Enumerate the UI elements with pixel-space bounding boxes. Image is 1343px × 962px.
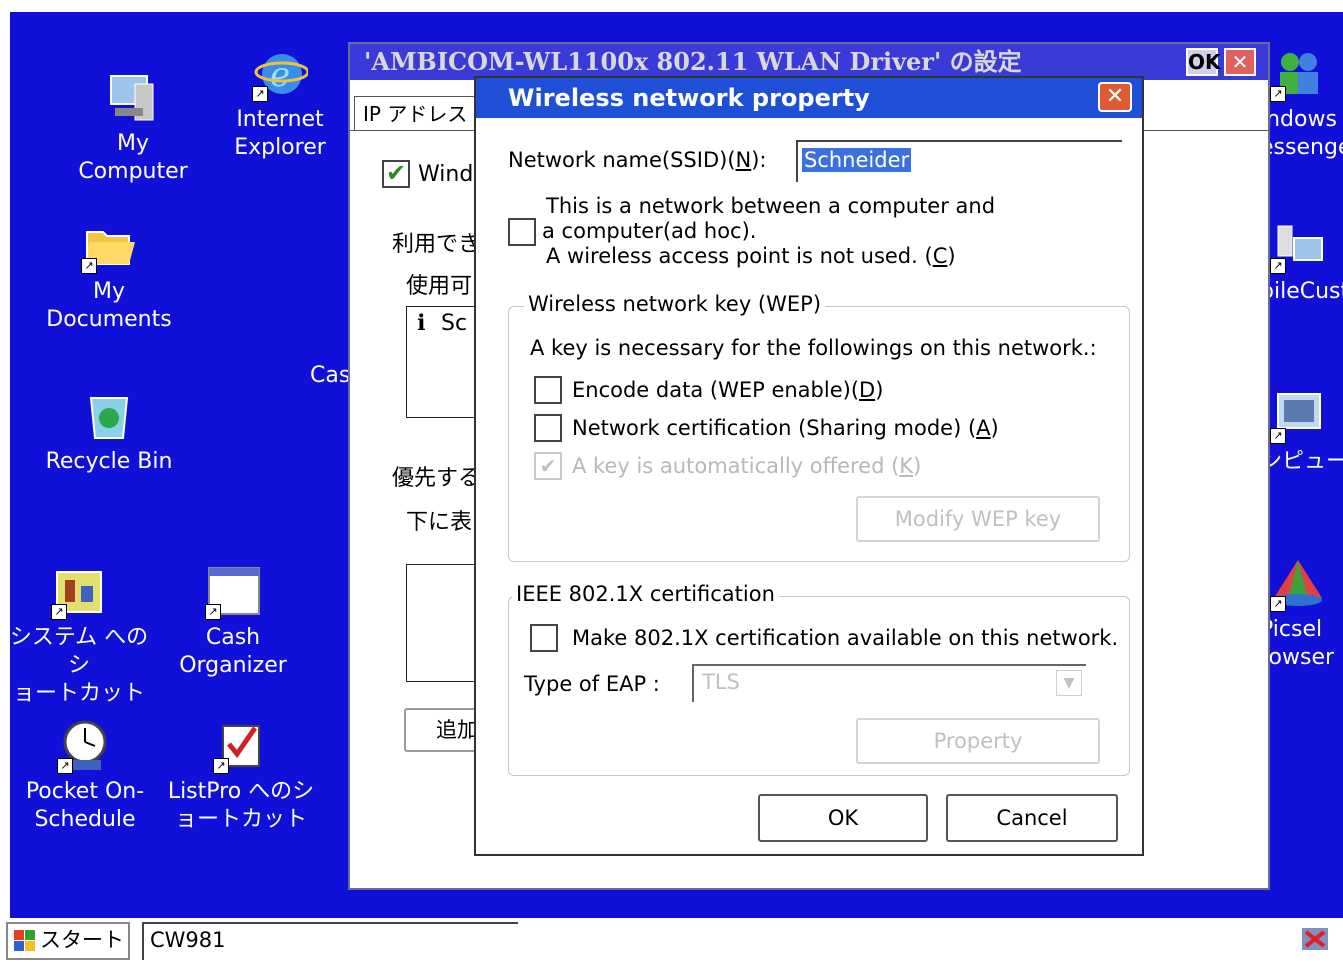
tray-network-icon[interactable] (1300, 924, 1334, 956)
shortcut-arrow-icon: ↗ (57, 758, 73, 774)
ssid-label: Network name(SSID)(N): (508, 148, 767, 172)
network-certification-checkbox[interactable] (534, 414, 562, 442)
system-shortcut[interactable]: ↗ システム へのシ ョートカット (10, 564, 154, 708)
shortcut-arrow-icon: ↗ (1270, 428, 1286, 444)
close-button[interactable]: ✕ (1224, 48, 1256, 76)
ok-title-button[interactable]: OK (1186, 48, 1221, 76)
ssid-input[interactable]: Schneider (796, 140, 1122, 182)
windows-messenger-shortcut[interactable]: ↗ indows essenge (1260, 46, 1343, 162)
adhoc-label: This is a network between a computer and… (542, 194, 996, 268)
taskbar-task-cw981[interactable]: CW981 (142, 922, 518, 960)
icon-label: My Computer (78, 131, 188, 184)
windows-config-checkbox[interactable]: ✔ (382, 160, 410, 188)
computer-2-shortcut[interactable]: ↗ ンピュー (1260, 388, 1343, 476)
task-label: CW981 (150, 928, 226, 952)
ieee-8021x-checkbox[interactable] (530, 624, 558, 652)
icon-label: システム へのシ ョートカット (10, 625, 149, 706)
partial-icon-label: Cas (310, 363, 351, 388)
wep-group-label: Wireless network key (WEP) (524, 292, 826, 316)
icon-label: Recycle Bin (45, 449, 173, 474)
icon-label: ListPro へのシ ョートカット (167, 779, 315, 832)
eap-property-button[interactable]: Property (856, 718, 1100, 764)
computer-icon (105, 70, 161, 126)
adhoc-checkbox[interactable] (508, 218, 536, 246)
modify-wep-key-button[interactable]: Modify WEP key (856, 496, 1100, 542)
dialog-close-button[interactable]: ✕ (1098, 82, 1132, 112)
icon-label: ンピュー (1260, 449, 1343, 474)
icon-label: indows essenge (1260, 107, 1343, 160)
shortcut-arrow-icon: ↗ (1270, 596, 1286, 612)
available-networks-label: 利用でき (392, 232, 481, 257)
eap-type-select[interactable]: TLS ▼ (692, 664, 1086, 702)
encode-data-checkbox[interactable] (534, 376, 562, 404)
internet-explorer-shortcut[interactable]: e ↗ Internet Explorer (205, 46, 355, 162)
shortcut-arrow-icon: ↗ (81, 258, 97, 274)
auto-key-checkbox[interactable]: ✔ (534, 452, 562, 480)
wep-description: A key is necessary for the followings on… (530, 336, 1097, 360)
windows-logo-icon (14, 930, 36, 952)
my-computer-shortcut[interactable]: My Computer (58, 70, 208, 186)
picsel-browser-icon: ↗ (1270, 556, 1326, 612)
svg-text:e: e (270, 55, 290, 95)
ieee-group-label: IEEE 802.1X certification (512, 582, 779, 606)
icon-label: bileCust (1260, 279, 1343, 304)
monitor-icon: ↗ (1270, 388, 1326, 444)
start-label: スタート (40, 928, 124, 952)
windows-config-label: Wind (418, 162, 474, 187)
eap-type-value: TLS (702, 670, 740, 694)
network-item[interactable]: Sc (441, 311, 467, 336)
checklist-icon: ↗ (213, 718, 269, 774)
icon-label: My Documents (46, 279, 172, 332)
recycle-bin-icon (81, 388, 137, 444)
usable-label: 使用可 (406, 274, 473, 299)
shortcut-arrow-icon: ↗ (1270, 86, 1286, 102)
clock-icon: ↗ (57, 718, 113, 774)
icon-label: Pocket On- Schedule (25, 779, 145, 832)
mobile-customize-shortcut[interactable]: ↗ bileCust (1260, 218, 1343, 306)
shortcut-arrow-icon: ↗ (51, 604, 67, 620)
encode-data-label: Encode data (WEP enable)(D) (572, 378, 884, 402)
window-title: 'AMBICOM-WL1100x 802.11 WLAN Driver' の設定 (350, 44, 1268, 80)
messenger-icon: ↗ (1270, 46, 1326, 102)
icon-label: Internet Explorer (234, 107, 326, 160)
listed-below-label: 下に表 (406, 510, 473, 535)
cancel-button[interactable]: Cancel (946, 794, 1118, 842)
network-certification-label: Network certification (Sharing mode) (A) (572, 416, 999, 440)
taskbar: スタート CW981 (0, 918, 1343, 962)
chevron-down-icon: ▼ (1056, 670, 1082, 696)
listpro-shortcut[interactable]: ↗ ListPro へのシ ョートカット (166, 718, 316, 834)
ok-button[interactable]: OK (758, 794, 928, 842)
picsel-browser-shortcut[interactable]: ↗ Picsel rowser (1260, 556, 1343, 672)
preferred-networks-label: 優先する (392, 466, 481, 491)
folder-icon: ↗ (81, 218, 137, 274)
icon-label: Picsel rowser (1260, 617, 1335, 670)
auto-key-label: A key is automatically offered (K) (572, 454, 922, 478)
icon-label: Cash Organizer (179, 625, 287, 678)
tab-ip-address[interactable]: IP アドレス (354, 96, 476, 131)
pocket-onschedule-shortcut[interactable]: ↗ Pocket On- Schedule (10, 718, 160, 834)
internet-explorer-icon: e ↗ (252, 46, 310, 102)
shortcut-arrow-icon: ↗ (213, 758, 229, 774)
wireless-network-property-dialog: Wireless network property ✕ Network name… (474, 76, 1144, 856)
ieee-8021x-label: Make 802.1X certification available on t… (572, 626, 1119, 650)
device-icon: ↗ (1270, 218, 1326, 274)
start-button[interactable]: スタート (6, 922, 130, 960)
shortcut-arrow-icon: ↗ (252, 86, 268, 102)
cash-organizer-shortcut[interactable]: ↗ Cash Organizer (158, 564, 308, 680)
network-icon: ℹ (417, 311, 426, 336)
shortcut-arrow-icon: ↗ (205, 604, 221, 620)
recycle-bin-shortcut[interactable]: Recycle Bin (34, 388, 184, 476)
ssid-value: Schneider (802, 148, 912, 172)
eap-type-label: Type of EAP : (524, 672, 660, 696)
my-documents-shortcut[interactable]: ↗ My Documents (34, 218, 184, 334)
shortcut-arrow-icon: ↗ (1270, 258, 1286, 274)
window-icon: ↗ (205, 564, 261, 620)
system-tools-icon: ↗ (51, 564, 107, 620)
dialog-title: Wireless network property (476, 78, 1142, 118)
